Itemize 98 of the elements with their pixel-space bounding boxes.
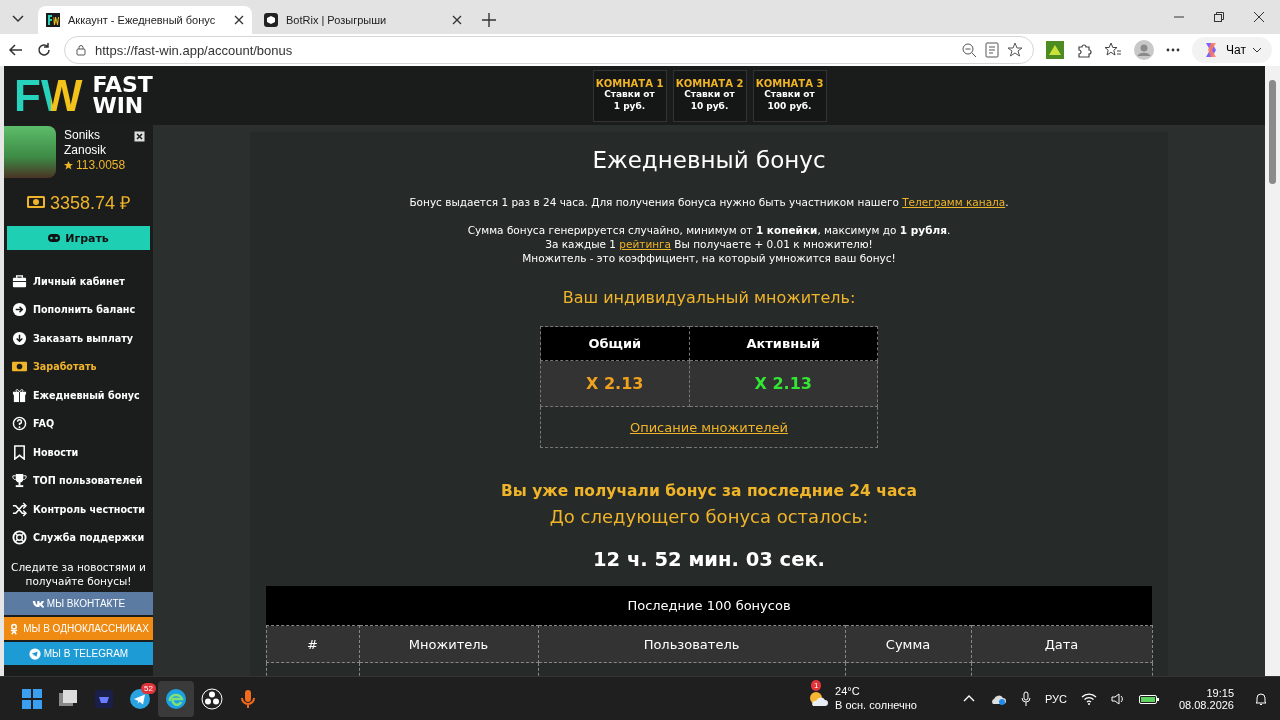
sidebar-menu-item[interactable]: FAQ bbox=[4, 409, 153, 438]
trophy-icon bbox=[12, 473, 27, 489]
column-header: Общий bbox=[540, 326, 690, 361]
extension-icon[interactable] bbox=[1046, 41, 1065, 59]
puzzle-icon[interactable] bbox=[1076, 42, 1093, 58]
logo-text[interactable]: WIN bbox=[92, 95, 153, 117]
profile-icon[interactable] bbox=[1134, 40, 1155, 60]
clock[interactable]: 19:15 08.08.2026 bbox=[1172, 685, 1240, 712]
sidebar-menu-item[interactable]: Служба поддержки bbox=[4, 523, 153, 552]
column-header: Множитель bbox=[359, 625, 538, 663]
site-logo-icon bbox=[46, 13, 60, 27]
gift-icon bbox=[12, 387, 27, 403]
lifebuoy-icon bbox=[12, 530, 27, 546]
restore-icon[interactable] bbox=[1214, 12, 1224, 22]
battery-icon[interactable] bbox=[1138, 692, 1159, 705]
multiplier-description-link[interactable]: Описание множителей bbox=[629, 419, 789, 435]
telegram-icon bbox=[129, 687, 151, 710]
back-icon[interactable] bbox=[8, 42, 24, 58]
room-button[interactable]: КОМНАТА 1 Ставки от 1 руб. bbox=[592, 69, 667, 122]
countdown-timer: 12 ч. 52 мин. 03 сек. bbox=[592, 548, 826, 571]
notification-badge: 1 bbox=[811, 679, 822, 691]
weather-description: В осн. солнечно bbox=[835, 698, 917, 713]
chat-button[interactable]: Чат bbox=[1192, 37, 1272, 63]
new-tab-icon[interactable] bbox=[482, 13, 496, 27]
sidebar-menu-item[interactable]: Заказать выплату bbox=[4, 324, 153, 353]
user-rating: 113.0058 bbox=[76, 158, 126, 173]
social-button[interactable]: МЫ ВКОНТАКТЕ bbox=[4, 592, 153, 616]
sidebar-menu-item[interactable]: Заработать bbox=[4, 352, 153, 381]
multiplier-value: X 2.13 bbox=[689, 360, 878, 407]
bonus-amount-text: Сумма бонуса генерируется случайно, минимум от 1 копейки, максимум до 1 рубля. bbox=[467, 223, 951, 237]
table-title: Последние 100 бонусов bbox=[266, 586, 1152, 626]
sidebar-menu-item[interactable]: Контроль честности bbox=[4, 495, 153, 524]
microphone-icon[interactable] bbox=[1020, 690, 1031, 707]
site-favicon-icon bbox=[264, 13, 278, 27]
notification-bell-icon[interactable] bbox=[1254, 691, 1268, 706]
room-button[interactable]: КОМНАТА 3 Ставки от 100 руб. bbox=[752, 69, 827, 122]
recorder-icon bbox=[201, 687, 223, 710]
start-icon bbox=[21, 687, 43, 710]
browser-tab[interactable]: Аккаунт - Ежедневный бонус bbox=[38, 6, 252, 34]
taskbar-app-button[interactable] bbox=[158, 680, 194, 717]
multiplier-explanation-text: Множитель - это коэффициент, на который умножится ваш бонус! bbox=[522, 251, 896, 265]
banknote-icon bbox=[26, 196, 45, 208]
notification-badge: 52 bbox=[141, 682, 156, 694]
play-button[interactable]: Играть bbox=[7, 226, 150, 250]
logo-text[interactable]: FAST bbox=[92, 74, 153, 96]
more-icon[interactable] bbox=[1166, 48, 1181, 52]
gamepad-icon bbox=[48, 234, 61, 242]
countdown-label: До следующего бонуса осталось: bbox=[549, 506, 869, 527]
multiplier-value: X 2.13 bbox=[540, 360, 690, 407]
star-icon bbox=[64, 161, 73, 170]
bookmark-icon bbox=[12, 444, 27, 460]
avatar-placeholder bbox=[4, 126, 56, 178]
zoom-out-icon[interactable] bbox=[961, 42, 978, 58]
bonus-rule-text: Бонус выдается 1 раз в 24 часа. Для получения бонуса нужно быть участником нашего Телеграмм канала. bbox=[409, 195, 1009, 209]
lock-icon bbox=[75, 44, 87, 56]
arrow-down-icon bbox=[12, 330, 27, 346]
reload-icon[interactable] bbox=[36, 42, 52, 58]
sidebar-menu-item[interactable]: Ежедневный бонус bbox=[4, 381, 153, 410]
weather-temperature: 24°C bbox=[835, 684, 861, 699]
scrollbar-thumb[interactable] bbox=[1269, 80, 1276, 184]
close-icon[interactable] bbox=[1254, 12, 1264, 22]
favorites-icon[interactable] bbox=[1104, 42, 1123, 58]
page-title: Ежедневный бонус bbox=[592, 147, 826, 173]
speaker-icon[interactable] bbox=[1110, 691, 1125, 706]
rating-bonus-text: За каждые 1 рейтинга Вы получаете + 0.01 к множителю! bbox=[545, 237, 873, 251]
address-bar[interactable]: https://fast-win.app/account/bonus bbox=[64, 36, 1035, 64]
column-header: Активный bbox=[689, 326, 878, 361]
column-header: Сумма bbox=[845, 625, 971, 663]
follow-text: Следите за новостями и получайте бонусы! bbox=[10, 561, 147, 589]
caret-icon bbox=[1252, 45, 1262, 55]
browser-icon bbox=[165, 687, 187, 710]
star-icon[interactable] bbox=[1007, 42, 1024, 58]
help-icon bbox=[12, 416, 27, 432]
sidebar-menu-item[interactable]: Личный кабинет bbox=[4, 267, 153, 296]
taskbar-app-button[interactable]: 52 bbox=[122, 680, 158, 717]
wifi-icon[interactable] bbox=[1080, 692, 1097, 705]
game-app-icon bbox=[93, 687, 115, 710]
browser-tab[interactable]: BotRix | Розыгрыши bbox=[256, 6, 470, 34]
close-icon[interactable] bbox=[234, 15, 244, 25]
column-header: Пользователь bbox=[538, 625, 845, 663]
briefcase-icon bbox=[12, 273, 27, 289]
sidebar-menu-item[interactable]: ТОП пользователей bbox=[4, 466, 153, 495]
sidebar-menu-item[interactable]: Новости bbox=[4, 438, 153, 467]
logout-icon[interactable] bbox=[134, 131, 145, 142]
room-button[interactable]: КОМНАТА 2 Ставки от 10 руб. bbox=[672, 69, 747, 122]
column-header: Дата bbox=[971, 625, 1152, 663]
shuffle-icon bbox=[12, 501, 27, 517]
rating-link[interactable]: рейтинга bbox=[619, 238, 672, 250]
sidebar-menu-item[interactable]: Пополнить баланс bbox=[4, 295, 153, 324]
user-name: Soniks Zanosik bbox=[64, 128, 108, 158]
balance-amount: 3358.74 ₽ bbox=[49, 192, 131, 214]
telegram-logo-icon bbox=[28, 647, 41, 660]
bonus-received-message: Вы уже получали бонус за последние 24 часа bbox=[500, 482, 917, 500]
column-header: # bbox=[266, 625, 359, 663]
close-icon[interactable] bbox=[452, 15, 462, 25]
multiplier-heading: Ваш индивидуальный множитель: bbox=[562, 288, 856, 307]
arrow-right-icon bbox=[12, 302, 27, 318]
keyboard-language[interactable]: РУС bbox=[1044, 692, 1067, 705]
